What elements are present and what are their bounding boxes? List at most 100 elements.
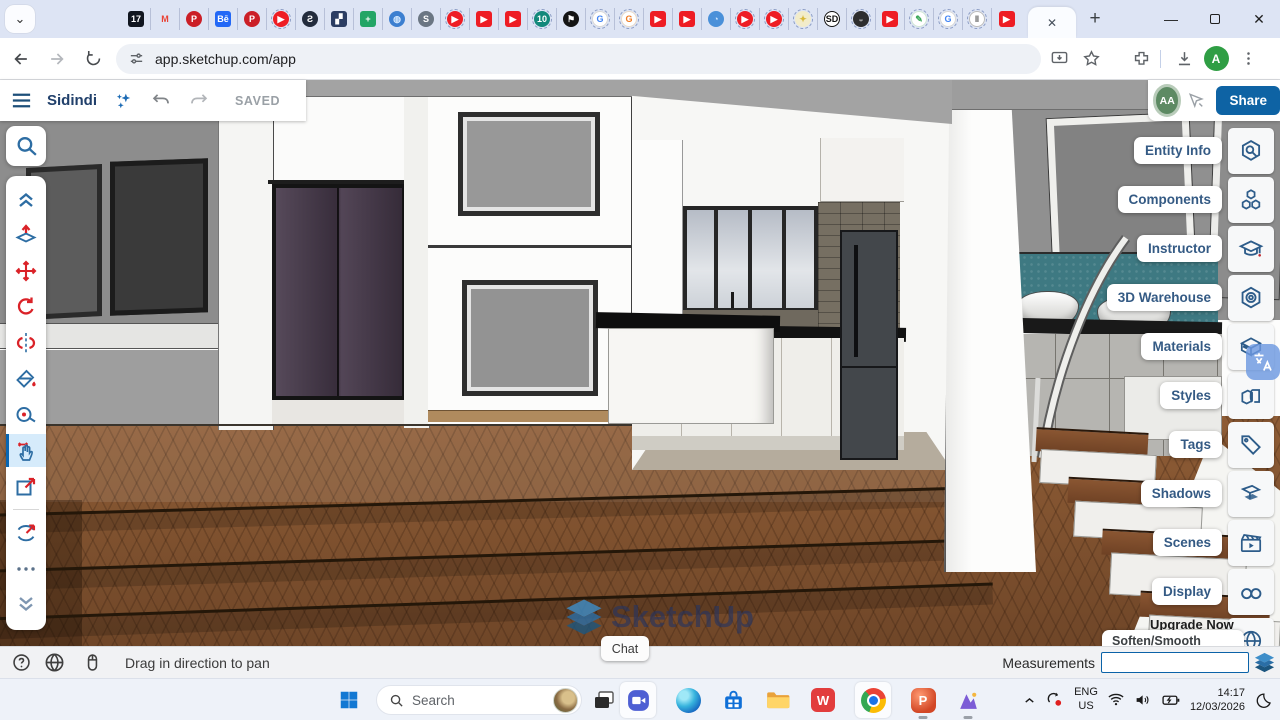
chat-button[interactable]: Chat (601, 636, 649, 661)
panel-components-button[interactable] (1228, 177, 1274, 223)
language-indicator[interactable]: ENG US (1074, 686, 1098, 714)
dark-s-tab[interactable]: Ƨ (296, 8, 325, 30)
dark-loading-tab[interactable]: ◒ (847, 8, 876, 30)
bing-daily-image[interactable] (553, 688, 578, 713)
wps-office-icon[interactable]: W (810, 687, 836, 713)
powerpoint-icon[interactable]: P (910, 687, 936, 713)
url-text[interactable]: app.sketchup.com/app (155, 51, 296, 67)
model-title[interactable]: Sidindi (47, 92, 97, 109)
volume-icon[interactable] (1134, 691, 1152, 709)
blue-globe-tab[interactable]: ◍ (383, 8, 412, 30)
geolocation-globe-icon[interactable] (43, 651, 66, 674)
extensions-icon[interactable] (1127, 45, 1155, 73)
file-explorer-icon[interactable] (765, 687, 791, 713)
translate-overlay-icon[interactable] (1246, 344, 1280, 380)
install-app-icon[interactable] (1045, 45, 1073, 73)
tab-overflow-button[interactable]: ⌄ (5, 5, 35, 33)
downloads-icon[interactable] (1170, 45, 1198, 73)
start-button[interactable] (338, 689, 360, 711)
window-maximize-button[interactable] (1200, 4, 1230, 34)
pinterest-tab[interactable]: P (180, 8, 209, 30)
taskbar-search[interactable]: Search (376, 685, 582, 715)
rotate-tool[interactable] (6, 290, 46, 323)
panel-tags-button[interactable] (1228, 422, 1274, 468)
panel-scenes-button[interactable] (1228, 520, 1274, 566)
help-icon[interactable] (11, 652, 32, 673)
tape-measure-tool[interactable] (6, 398, 46, 431)
youtube-loading-4-tab[interactable]: ▶ (760, 8, 789, 30)
paint-bucket-tool[interactable] (6, 362, 46, 395)
account-avatar[interactable]: AA (1156, 87, 1178, 114)
redo-icon[interactable] (188, 90, 209, 111)
address-bar[interactable]: app.sketchup.com/app (116, 44, 1041, 74)
panel-3d-warehouse-button[interactable] (1228, 275, 1274, 321)
gmail-tab[interactable]: M (151, 8, 180, 30)
wifi-icon[interactable] (1107, 691, 1125, 709)
google-2-tab[interactable]: G (934, 8, 963, 30)
tab-close-icon[interactable]: ✕ (1047, 16, 1057, 30)
flip-tool[interactable] (6, 326, 46, 359)
feedback-cursor-icon[interactable] (1186, 91, 1206, 111)
orbit-tool[interactable] (6, 516, 46, 549)
youtube-2-tab[interactable]: ▶ (499, 8, 528, 30)
screen-record-icon[interactable] (1046, 691, 1065, 710)
menu-icon[interactable] (10, 89, 33, 112)
green-pencil-tab[interactable]: ✎ (905, 8, 934, 30)
collapse-up-tool[interactable] (6, 182, 46, 215)
sd-site-tab[interactable]: SD (818, 8, 847, 30)
tradingview-tab[interactable]: 17 (122, 8, 151, 30)
gray-s-tab[interactable]: S (412, 8, 441, 30)
blue-sphere-tab[interactable]: ◔ (702, 8, 731, 30)
pan-tool[interactable] (6, 434, 46, 467)
night-mode-moon-icon[interactable] (1254, 691, 1272, 709)
pinterest-2-tab[interactable]: P (238, 8, 267, 30)
youtube-tab[interactable]: ▶ (470, 8, 499, 30)
move-tool[interactable] (6, 254, 46, 287)
panel-entity-info-button[interactable] (1228, 128, 1274, 174)
chrome-icon[interactable] (855, 682, 891, 718)
measurements-input[interactable] (1101, 652, 1249, 673)
film-app-tab[interactable]: ▞ (325, 8, 354, 30)
clock[interactable]: 14:17 12/03/2026 (1190, 686, 1245, 715)
m-app-icon[interactable] (955, 687, 981, 713)
forward-button[interactable] (42, 44, 72, 74)
soften-smooth-panel[interactable]: Soften/Smooth (1102, 630, 1244, 646)
site-settings-icon[interactable] (128, 50, 145, 67)
new-tab-button[interactable]: + (1082, 6, 1108, 32)
model-viewport[interactable] (0, 80, 1280, 646)
undo-icon[interactable] (151, 90, 172, 111)
youtube-loading-2-tab[interactable]: ▶ (441, 8, 470, 30)
battery-icon[interactable] (1161, 690, 1181, 710)
browser-menu-icon[interactable] (1234, 45, 1262, 73)
more-tools-tool[interactable] (6, 552, 46, 585)
profile-avatar[interactable]: A (1202, 45, 1230, 73)
behance-tab[interactable]: Bē (209, 8, 238, 30)
youtube-6-tab[interactable]: ▶ (992, 8, 1021, 30)
teal-ten-tab[interactable]: 10 (528, 8, 557, 30)
search-tool[interactable] (6, 126, 46, 166)
microsoft-store-icon[interactable] (720, 687, 746, 713)
google-tab[interactable]: G (586, 8, 615, 30)
hidden-icons-chevron[interactable] (1022, 693, 1037, 708)
ai-sparkle-icon[interactable] (113, 90, 135, 112)
collapse-down-tool[interactable] (6, 588, 46, 621)
push-pull-tool[interactable] (6, 218, 46, 251)
google-orange-tab[interactable]: G (615, 8, 644, 30)
task-view-icon[interactable] (592, 688, 616, 712)
youtube-loading-3-tab[interactable]: ▶ (731, 8, 760, 30)
panel-shadows-button[interactable] (1228, 471, 1274, 517)
reload-button[interactable] (78, 44, 108, 74)
pale-yellow-tab[interactable]: ✦ (789, 8, 818, 30)
pause-circle-tab[interactable]: ‖ (963, 8, 992, 30)
back-button[interactable] (6, 44, 36, 74)
window-minimize-button[interactable]: — (1156, 4, 1186, 34)
window-close-button[interactable]: ✕ (1244, 4, 1274, 34)
share-button[interactable]: Share (1216, 86, 1280, 115)
youtube-4-tab[interactable]: ▶ (673, 8, 702, 30)
panel-display-button[interactable] (1228, 569, 1274, 615)
black-bookmark-tab[interactable]: ⚑ (557, 8, 586, 30)
sheets-tab[interactable]: + (354, 8, 383, 30)
youtube-5-tab[interactable]: ▶ (876, 8, 905, 30)
video-chat-app-icon[interactable] (620, 682, 656, 718)
youtube-loading-tab[interactable]: ▶ (267, 8, 296, 30)
